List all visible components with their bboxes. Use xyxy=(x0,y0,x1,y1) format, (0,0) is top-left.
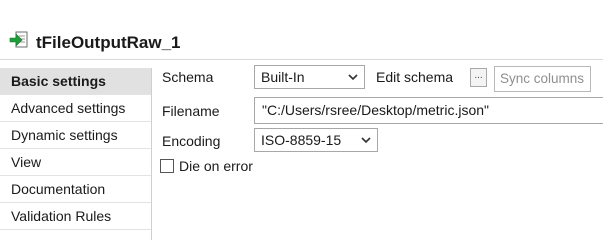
filename-label: Filename xyxy=(162,103,220,119)
sidebar-item-documentation[interactable]: Documentation xyxy=(0,176,151,203)
edit-schema-label: Edit schema xyxy=(376,69,454,85)
encoding-label: Encoding xyxy=(162,133,221,149)
schema-value: Built-In xyxy=(261,69,305,85)
encoding-select[interactable]: ISO-8859-15 xyxy=(254,128,378,152)
schema-select[interactable]: Built-In xyxy=(254,65,365,89)
sidebar-item-advanced-settings[interactable]: Advanced settings xyxy=(0,95,151,122)
sidebar-item-validation-rules[interactable]: Validation Rules xyxy=(0,203,151,230)
chevron-down-icon xyxy=(348,74,358,81)
file-output-icon xyxy=(9,31,28,48)
sidebar-item-basic-settings[interactable]: Basic settings xyxy=(0,68,151,95)
edit-schema-button[interactable]: ... xyxy=(470,68,487,87)
sync-columns-button[interactable]: Sync columns xyxy=(494,66,591,92)
component-header: tFileOutputRaw_1 xyxy=(0,0,603,60)
settings-sidebar: Basic settings Advanced settings Dynamic… xyxy=(0,68,152,240)
sidebar-item-view[interactable]: View xyxy=(0,149,151,176)
sidebar-item-dynamic-settings[interactable]: Dynamic settings xyxy=(0,122,151,149)
chevron-down-icon xyxy=(361,137,371,144)
schema-label: Schema xyxy=(162,69,214,85)
component-title: tFileOutputRaw_1 xyxy=(36,33,181,52)
filename-input[interactable]: "C:/Users/rsree/Desktop/metric.json" xyxy=(254,97,603,124)
die-on-error-checkbox[interactable] xyxy=(160,159,174,173)
die-on-error-label: Die on error xyxy=(179,158,253,174)
encoding-value: ISO-8859-15 xyxy=(261,132,342,148)
